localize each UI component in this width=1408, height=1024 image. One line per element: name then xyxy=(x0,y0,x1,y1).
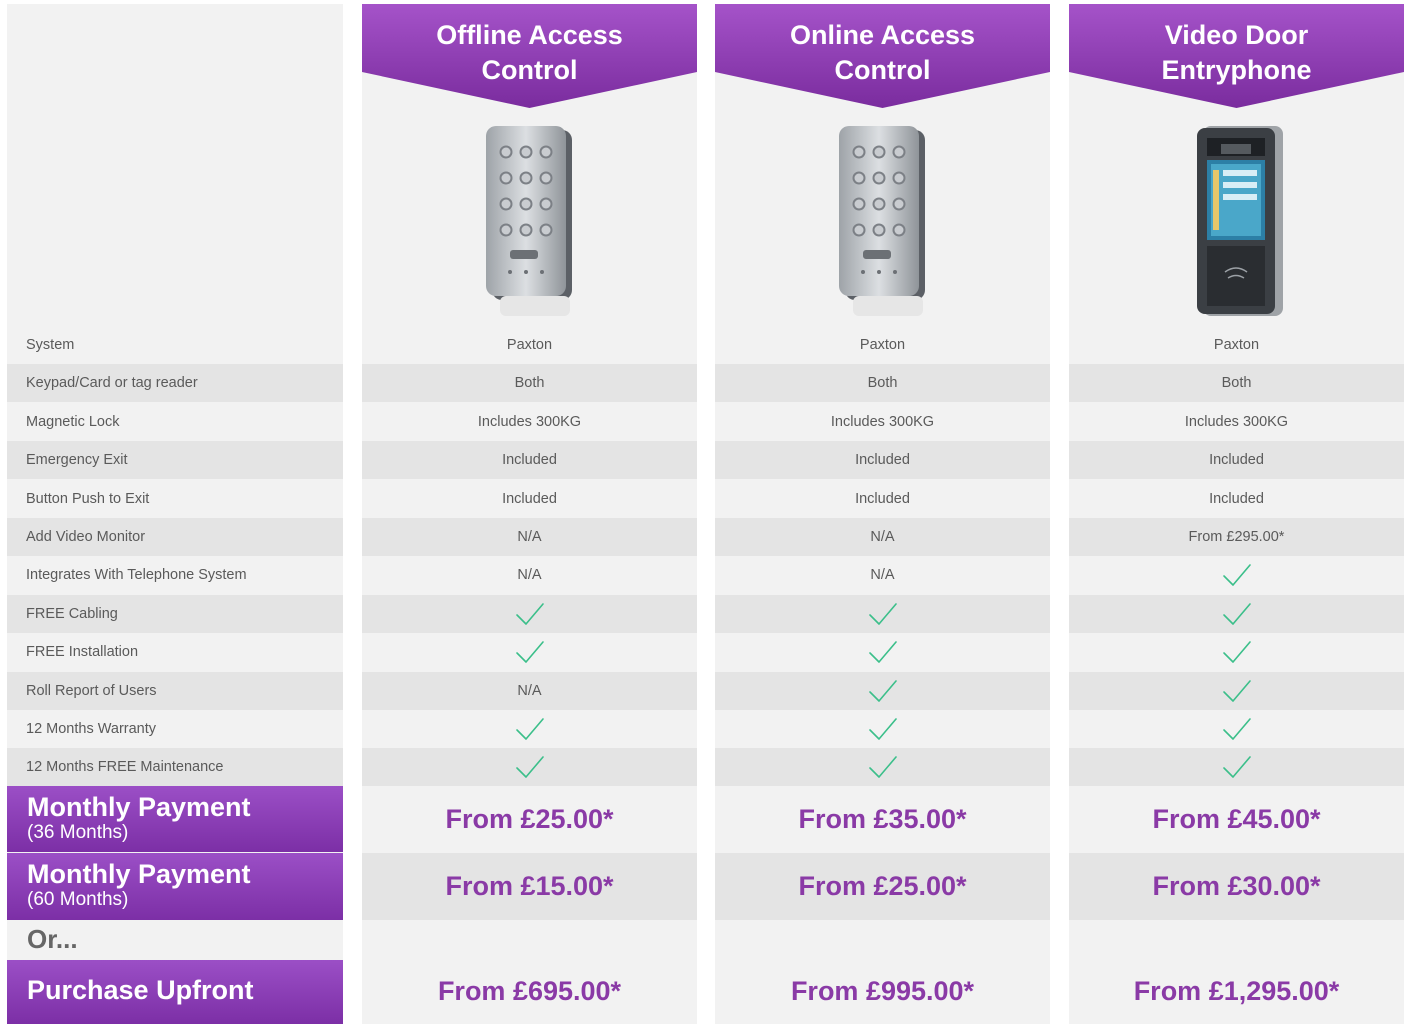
feature-value-cell: Included xyxy=(1209,490,1264,507)
feature-label: FREE Installation xyxy=(26,644,139,661)
monthly-payment-36-label-title: Monthly Payment xyxy=(27,792,251,822)
feature-value-cell xyxy=(1069,671,1404,710)
checkmark-icon xyxy=(1222,641,1251,663)
purchase-upfront-label: Purchase Upfront xyxy=(7,960,343,1024)
product-title: Video Door Entryphone xyxy=(1161,20,1312,85)
feature-label: Roll Report of Users xyxy=(7,671,343,710)
feature-value-cell: Includes 300KG xyxy=(830,413,935,430)
feature-value-cell: Included xyxy=(362,441,697,480)
feature-value-cell: Paxton xyxy=(859,337,906,353)
feature-label: 12 Months FREE Maintenance xyxy=(7,748,343,787)
product-image xyxy=(1069,122,1404,332)
feature-value-cell xyxy=(715,748,1050,787)
feature-label: Keypad/Card or tag reader xyxy=(7,364,343,403)
feature-label: Emergency Exit xyxy=(7,441,343,480)
feature-value-cell xyxy=(715,710,1050,748)
feature-value-cell: N/A xyxy=(715,518,1050,556)
feature-value-cell xyxy=(715,594,1050,633)
feature-value-cell: N/A xyxy=(362,518,697,556)
monthly-36-price: From £35.00* xyxy=(798,804,967,834)
feature-value-cell: Includes 300KG xyxy=(1184,413,1289,430)
feature-value-cell xyxy=(362,748,697,787)
feature-value-cell: Includes 300KG xyxy=(477,413,582,430)
feature-value-cell: Both xyxy=(715,364,1050,403)
monthly-payment-36-label: Monthly Payment (36 Months) xyxy=(7,786,343,852)
feature-value-cell: From £295.00* xyxy=(1069,518,1404,556)
checkmark-icon xyxy=(515,756,544,779)
feature-value-cell xyxy=(1069,710,1404,748)
monthly-60-price: From £15.00* xyxy=(362,853,697,920)
upfront-price: From £995.00* xyxy=(790,975,975,1006)
feature-value-cell: Paxton xyxy=(1213,337,1260,353)
feature-value-cell: Both xyxy=(362,364,697,403)
feature-value-cell: Included xyxy=(715,441,1050,480)
product-column-video-entryphone: Video Door Entryphone Paxton Both Includes … xyxy=(1069,4,1404,1024)
purchase-upfront-label-title: Purchase Upfront xyxy=(27,975,254,1005)
monthly-60-price: From £25.00* xyxy=(715,853,1050,920)
feature-label: Button Push to Exit xyxy=(26,490,150,507)
feature-label: Add Video Monitor xyxy=(7,518,343,556)
feature-value-cell: N/A xyxy=(870,567,895,584)
monthly-payment-60-label-term: (60 Months) xyxy=(27,889,129,910)
feature-value-cell: N/A xyxy=(362,671,697,710)
monthly-payment-60-label: Monthly Payment (60 Months) xyxy=(7,853,343,920)
monthly-payment-36-label-term: (36 Months) xyxy=(27,822,129,843)
feature-label: Integrates With Telephone System xyxy=(26,567,247,584)
feature-label-column: System Keypad/Card or tag reader Magnetic … xyxy=(7,4,343,1024)
keypad-reader-image xyxy=(485,126,572,316)
product-column-online-access: Online Access Control Paxton Both Includes … xyxy=(715,4,1050,1024)
feature-value-cell: Included xyxy=(502,490,557,507)
feature-value-cell xyxy=(715,671,1050,710)
feature-value-cell xyxy=(1069,748,1404,787)
monthly-36-price: From £45.00* xyxy=(1152,804,1321,834)
keypad-reader-image xyxy=(838,126,925,316)
product-title: Online Access Control xyxy=(789,20,976,85)
checkmark-icon xyxy=(868,718,897,740)
feature-label: FREE Cabling xyxy=(7,594,343,633)
checkmark-icon xyxy=(1222,564,1251,587)
upfront-price: From £1,295.00* xyxy=(1133,975,1340,1006)
feature-value-cell xyxy=(1069,633,1404,671)
feature-value-cell: Both xyxy=(1069,364,1404,403)
checkmark-icon xyxy=(1222,718,1251,740)
feature-value-cell xyxy=(1069,556,1404,594)
feature-value-cell xyxy=(362,633,697,671)
monthly-60-price: From £30.00* xyxy=(1069,853,1404,920)
feature-label: System xyxy=(26,337,75,353)
product-image xyxy=(362,122,697,332)
feature-value-cell: Included xyxy=(1069,441,1404,480)
checkmark-icon xyxy=(1222,602,1251,625)
checkmark-icon xyxy=(515,641,544,663)
or-separator: Or... xyxy=(27,924,78,954)
checkmark-icon xyxy=(515,602,544,625)
checkmark-icon xyxy=(515,718,544,740)
checkmark-icon xyxy=(868,756,897,779)
monthly-payment-60-label-title: Monthly Payment xyxy=(27,859,251,889)
product-title-banner: Video Door Entryphone xyxy=(1069,4,1404,108)
feature-value-cell xyxy=(362,710,697,748)
product-title-banner: Offline Access Control xyxy=(362,4,697,108)
checkmark-icon xyxy=(1222,679,1251,702)
checkmark-icon xyxy=(868,679,897,702)
feature-value-cell xyxy=(362,594,697,633)
checkmark-icon xyxy=(868,602,897,625)
product-title: Offline Access Control xyxy=(436,20,623,85)
product-title-banner: Online Access Control xyxy=(715,4,1050,108)
feature-value-cell: Paxton xyxy=(506,337,553,353)
feature-label: Magnetic Lock xyxy=(26,413,120,430)
feature-value-cell: N/A xyxy=(517,567,542,584)
product-column-offline-access: Offline Access Control Paxton Both Includes… xyxy=(362,4,697,1024)
video-entry-panel-image xyxy=(1196,126,1283,316)
feature-value-cell xyxy=(1069,594,1404,633)
feature-value-cell xyxy=(715,633,1050,671)
feature-value-cell: Included xyxy=(855,490,910,507)
checkmark-icon xyxy=(868,641,897,663)
checkmark-icon xyxy=(1222,756,1251,779)
product-image xyxy=(715,122,1050,332)
feature-label: 12 Months Warranty xyxy=(26,721,157,737)
monthly-36-price: From £25.00* xyxy=(445,804,614,834)
upfront-price: From £695.00* xyxy=(437,975,622,1006)
